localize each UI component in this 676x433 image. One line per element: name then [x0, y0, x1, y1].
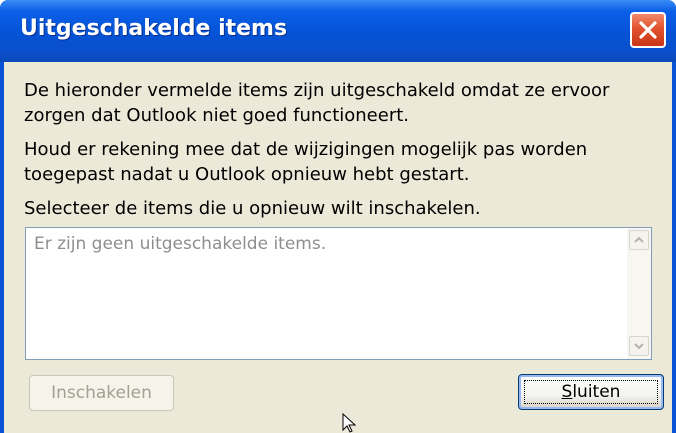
dialog-title: Uitgeschakelde items: [20, 16, 288, 41]
dialog-window: Uitgeschakelde items De hieronder vermel…: [0, 0, 676, 433]
message-restart-note: Houd er rekening mee dat de wijzigingen …: [24, 139, 588, 185]
close-button[interactable]: [630, 12, 666, 48]
scroll-down-icon: [634, 343, 644, 350]
scroll-up-icon: [634, 236, 644, 243]
close-dialog-button[interactable]: Sluiten: [518, 374, 664, 410]
list-scrollbar[interactable]: [627, 228, 651, 359]
message-disabled-reason: De hieronder vermelde items zijn uitgesc…: [24, 80, 610, 126]
disabled-items-list[interactable]: Er zijn geen uitgeschakelde items.: [25, 227, 652, 360]
message-select-instruction: Selecteer de items die u opnieuw wilt in…: [24, 198, 481, 219]
focus-rectangle: [524, 380, 658, 404]
list-empty-text: Er zijn geen uitgeschakelde items.: [34, 234, 327, 254]
scroll-down-button[interactable]: [629, 336, 649, 356]
enable-button[interactable]: Inschakelen: [29, 375, 174, 411]
scroll-up-button[interactable]: [629, 230, 649, 250]
dialog-body: De hieronder vermelde items zijn uitgesc…: [4, 62, 672, 433]
title-bar[interactable]: Uitgeschakelde items: [0, 0, 676, 62]
close-icon: [639, 21, 657, 39]
mouse-cursor-icon: [342, 413, 357, 433]
